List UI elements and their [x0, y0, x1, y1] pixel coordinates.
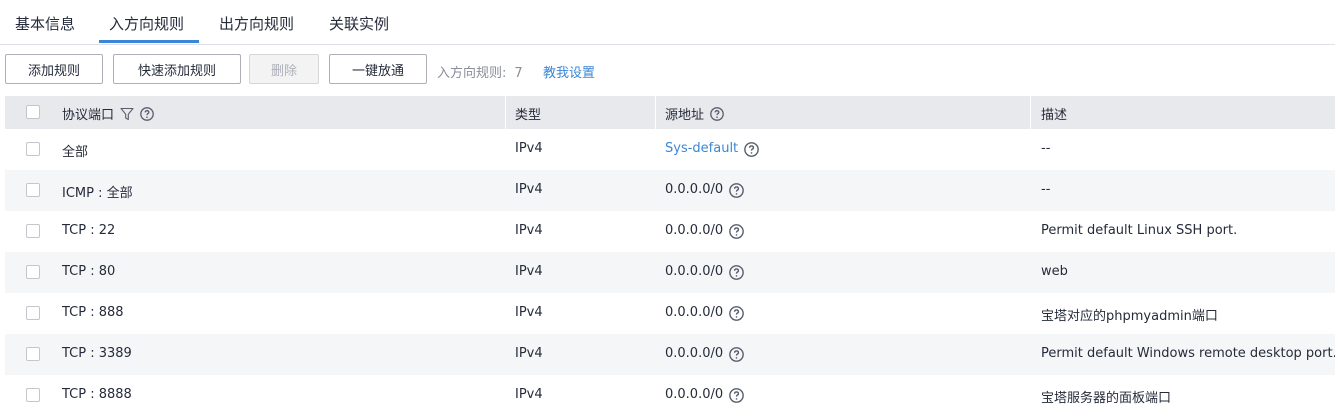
header-description: 描述	[1041, 108, 1068, 123]
question-circle-icon[interactable]	[729, 346, 744, 362]
row-checkbox[interactable]	[26, 224, 40, 238]
description-cell: web	[1041, 264, 1068, 279]
delete-button[interactable]: 删除	[249, 54, 319, 84]
type-cell: IPv4	[515, 223, 543, 238]
source-value: 0.0.0.0/0	[665, 346, 724, 361]
table-row: TCP : 22 IPv4 0.0.0.0/0 Permit default L…	[5, 211, 1335, 252]
table-row: TCP : 8888 IPv4 0.0.0.0/0 宝塔服务器的面板端口	[5, 375, 1335, 416]
description-cell: Permit default Windows remote desktop po…	[1041, 346, 1335, 361]
rule-count-label: 入方向规则:	[437, 66, 507, 81]
filter-icon[interactable]	[120, 107, 134, 121]
source-cell: 0.0.0.0/0	[665, 223, 744, 239]
source-cell: Sys-default	[665, 141, 759, 157]
source-default-link[interactable]: Sys-default	[665, 141, 738, 156]
question-circle-icon[interactable]	[729, 387, 744, 403]
type-cell: IPv4	[515, 305, 543, 320]
add-rule-button[interactable]: 添加规则	[5, 54, 103, 84]
table-header: 协议端口 类型 源地址 描述	[5, 96, 1335, 129]
source-value: 0.0.0.0/0	[665, 387, 724, 402]
tab-bar: 基本信息 入方向规则 出方向规则 关联实例	[0, 0, 1335, 45]
header-source-label: 源地址	[665, 108, 705, 123]
source-value: 0.0.0.0/0	[665, 305, 724, 320]
header-protocol-port-label: 协议端口	[62, 108, 115, 123]
tab-outbound-rules[interactable]: 出方向规则	[219, 13, 294, 34]
description-cell: 宝塔对应的phpmyadmin端口	[1041, 309, 1218, 324]
tab-associated-instances[interactable]: 关联实例	[329, 13, 389, 34]
table-row: TCP : 3389 IPv4 0.0.0.0/0 Permit default…	[5, 334, 1335, 375]
type-cell: IPv4	[515, 346, 543, 361]
protocol-port-cell: TCP : 8888	[62, 387, 132, 402]
active-tab-indicator	[99, 40, 199, 43]
tab-basic-info[interactable]: 基本信息	[15, 13, 75, 34]
protocol-port-cell: TCP : 888	[62, 305, 124, 320]
row-checkbox[interactable]	[26, 306, 40, 320]
protocol-port-cell: ICMP : 全部	[62, 186, 133, 201]
description-cell: --	[1041, 182, 1051, 197]
table-row: TCP : 888 IPv4 0.0.0.0/0 宝塔对应的phpmyadmin…	[5, 293, 1335, 334]
help-setup-link[interactable]: 教我设置	[543, 62, 595, 81]
row-checkbox[interactable]	[26, 142, 40, 156]
table-row: 全部 IPv4 Sys-default --	[5, 129, 1335, 170]
source-value: 0.0.0.0/0	[665, 223, 724, 238]
question-circle-icon[interactable]	[140, 106, 154, 121]
table-row: TCP : 80 IPv4 0.0.0.0/0 web	[5, 252, 1335, 293]
row-checkbox[interactable]	[26, 265, 40, 279]
row-checkbox[interactable]	[26, 183, 40, 197]
source-value: 0.0.0.0/0	[665, 182, 724, 197]
rule-count: 入方向规则: 7	[437, 62, 523, 81]
header-type: 类型	[515, 108, 542, 123]
source-cell: 0.0.0.0/0	[665, 305, 744, 321]
question-circle-icon[interactable]	[729, 182, 744, 198]
tab-inbound-rules[interactable]: 入方向规则	[109, 13, 184, 34]
description-cell: Permit default Linux SSH port.	[1041, 223, 1238, 238]
type-cell: IPv4	[515, 264, 543, 279]
header-protocol-port: 协议端口	[62, 104, 154, 123]
question-circle-icon[interactable]	[729, 223, 744, 239]
source-value: 0.0.0.0/0	[665, 264, 724, 279]
quick-add-rule-button[interactable]: 快速添加规则	[113, 54, 241, 84]
type-cell: IPv4	[515, 182, 543, 197]
column-separator	[505, 96, 506, 129]
type-cell: IPv4	[515, 387, 543, 402]
type-cell: IPv4	[515, 141, 543, 156]
description-cell: 宝塔服务器的面板端口	[1041, 391, 1172, 406]
description-cell: --	[1041, 141, 1051, 156]
rule-count-value: 7	[514, 66, 523, 81]
table-row: ICMP : 全部 IPv4 0.0.0.0/0 --	[5, 170, 1335, 211]
question-circle-icon[interactable]	[729, 264, 744, 280]
header-source: 源地址	[665, 104, 724, 123]
source-cell: 0.0.0.0/0	[665, 182, 744, 198]
protocol-port-cell: TCP : 3389	[62, 346, 132, 361]
column-separator	[655, 96, 656, 129]
source-cell: 0.0.0.0/0	[665, 346, 744, 362]
column-separator	[1030, 96, 1031, 129]
protocol-port-cell: 全部	[62, 145, 89, 160]
question-circle-icon[interactable]	[744, 141, 759, 157]
row-checkbox[interactable]	[26, 388, 40, 402]
one-click-open-button[interactable]: 一键放通	[329, 54, 427, 84]
row-checkbox[interactable]	[26, 347, 40, 361]
toolbar: 添加规则 快速添加规则 删除 一键放通 入方向规则: 7 教我设置	[0, 54, 1335, 86]
select-all-checkbox[interactable]	[26, 105, 40, 119]
protocol-port-cell: TCP : 22	[62, 223, 116, 238]
question-circle-icon[interactable]	[729, 305, 744, 321]
source-cell: 0.0.0.0/0	[665, 264, 744, 280]
question-circle-icon[interactable]	[710, 106, 724, 121]
protocol-port-cell: TCP : 80	[62, 264, 116, 279]
source-cell: 0.0.0.0/0	[665, 387, 744, 403]
